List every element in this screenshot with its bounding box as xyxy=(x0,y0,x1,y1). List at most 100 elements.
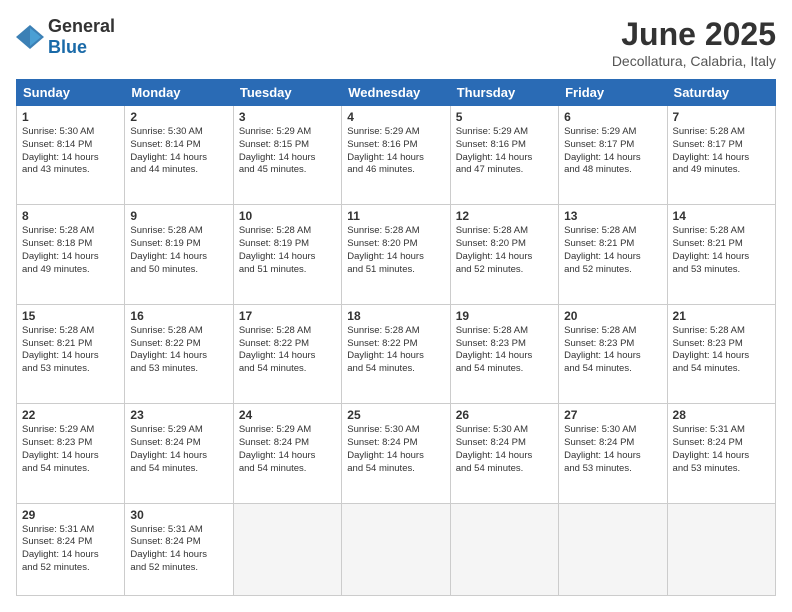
day-number: 25 xyxy=(347,408,444,422)
day-number: 26 xyxy=(456,408,553,422)
calendar-cell: 11Sunrise: 5:28 AMSunset: 8:20 PMDayligh… xyxy=(342,205,450,304)
month-title: June 2025 xyxy=(612,16,776,53)
day-number: 30 xyxy=(130,508,227,522)
calendar-cell: 29 Sunrise: 5:31 AMSunset: 8:24 PMDayligh… xyxy=(17,503,125,595)
calendar-cell: 22 Sunrise: 5:29 AMSunset: 8:23 PMDayligh… xyxy=(17,404,125,503)
calendar-cell: 5 Sunrise: 5:29 AMSunset: 8:16 PMDaylight… xyxy=(450,106,558,205)
subtitle: Decollatura, Calabria, Italy xyxy=(612,53,776,69)
calendar-cell xyxy=(342,503,450,595)
col-thursday: Thursday xyxy=(450,80,558,106)
calendar-cell: 17Sunrise: 5:28 AMSunset: 8:22 PMDayligh… xyxy=(233,304,341,403)
day-info: Sunrise: 5:29 AMSunset: 8:23 PMDaylight:… xyxy=(22,424,119,475)
day-number: 22 xyxy=(22,408,119,422)
day-info: Sunrise: 5:31 AMSunset: 8:24 PMDaylight:… xyxy=(22,524,119,575)
calendar-cell: 13 Sunrise: 5:28 AMSunset: 8:21 PMDayligh… xyxy=(559,205,667,304)
calendar-cell: 9 Sunrise: 5:28 AMSunset: 8:19 PMDaylight… xyxy=(125,205,233,304)
day-number: 5 xyxy=(456,110,553,124)
calendar-cell: 16 Sunrise: 5:28 AMSunset: 8:22 PMDayligh… xyxy=(125,304,233,403)
col-sunday: Sunday xyxy=(17,80,125,106)
calendar: Sunday Monday Tuesday Wednesday Thursday… xyxy=(16,79,776,596)
week-row-1: 1 Sunrise: 5:30 AMSunset: 8:14 PMDaylight… xyxy=(17,106,776,205)
calendar-cell: 23 Sunrise: 5:29 AMSunset: 8:24 PMDayligh… xyxy=(125,404,233,503)
calendar-cell: 30 Sunrise: 5:31 AMSunset: 8:24 PMDayligh… xyxy=(125,503,233,595)
page: General Blue June 2025 Decollatura, Cala… xyxy=(0,0,792,612)
calendar-cell: 3Sunrise: 5:29 AMSunset: 8:15 PMDaylight… xyxy=(233,106,341,205)
day-number: 21 xyxy=(673,309,770,323)
week-row-3: 15 Sunrise: 5:28 AMSunset: 8:21 PMDayligh… xyxy=(17,304,776,403)
day-number: 8 xyxy=(22,209,119,223)
day-number: 23 xyxy=(130,408,227,422)
calendar-cell: 10 Sunrise: 5:28 AMSunset: 8:19 PMDayligh… xyxy=(233,205,341,304)
day-info: Sunrise: 5:28 AMSunset: 8:21 PMDaylight:… xyxy=(22,325,119,376)
calendar-header-row: Sunday Monday Tuesday Wednesday Thursday… xyxy=(17,80,776,106)
day-number: 10 xyxy=(239,209,336,223)
day-number: 18 xyxy=(347,309,444,323)
calendar-cell: 2 Sunrise: 5:30 AMSunset: 8:14 PMDaylight… xyxy=(125,106,233,205)
day-info: Sunrise: 5:28 AMSunset: 8:17 PMDaylight:… xyxy=(673,126,770,177)
day-info: Sunrise: 5:29 AMSunset: 8:16 PMDaylight:… xyxy=(456,126,553,177)
day-info: Sunrise: 5:28 AMSunset: 8:19 PMDaylight:… xyxy=(239,225,336,276)
day-number: 9 xyxy=(130,209,227,223)
col-wednesday: Wednesday xyxy=(342,80,450,106)
day-info: Sunrise: 5:30 AMSunset: 8:14 PMDaylight:… xyxy=(22,126,119,177)
col-monday: Monday xyxy=(125,80,233,106)
col-friday: Friday xyxy=(559,80,667,106)
logo-general: General xyxy=(48,16,115,36)
logo-text: General Blue xyxy=(48,16,115,58)
day-info: Sunrise: 5:30 AMSunset: 8:24 PMDaylight:… xyxy=(347,424,444,475)
col-tuesday: Tuesday xyxy=(233,80,341,106)
day-number: 1 xyxy=(22,110,119,124)
calendar-cell: 14Sunrise: 5:28 AMSunset: 8:21 PMDayligh… xyxy=(667,205,775,304)
day-info: Sunrise: 5:28 AMSunset: 8:18 PMDaylight:… xyxy=(22,225,119,276)
day-info: Sunrise: 5:29 AMSunset: 8:17 PMDaylight:… xyxy=(564,126,661,177)
day-number: 15 xyxy=(22,309,119,323)
day-info: Sunrise: 5:30 AMSunset: 8:24 PMDaylight:… xyxy=(564,424,661,475)
day-number: 13 xyxy=(564,209,661,223)
calendar-cell: 7 Sunrise: 5:28 AMSunset: 8:17 PMDaylight… xyxy=(667,106,775,205)
day-info: Sunrise: 5:28 AMSunset: 8:22 PMDaylight:… xyxy=(347,325,444,376)
day-info: Sunrise: 5:28 AMSunset: 8:23 PMDaylight:… xyxy=(456,325,553,376)
calendar-cell: 20 Sunrise: 5:28 AMSunset: 8:23 PMDayligh… xyxy=(559,304,667,403)
day-number: 24 xyxy=(239,408,336,422)
day-info: Sunrise: 5:29 AMSunset: 8:24 PMDaylight:… xyxy=(239,424,336,475)
day-number: 2 xyxy=(130,110,227,124)
week-row-4: 22 Sunrise: 5:29 AMSunset: 8:23 PMDayligh… xyxy=(17,404,776,503)
calendar-cell xyxy=(450,503,558,595)
day-info: Sunrise: 5:28 AMSunset: 8:22 PMDaylight:… xyxy=(239,325,336,376)
day-info: Sunrise: 5:31 AMSunset: 8:24 PMDaylight:… xyxy=(130,524,227,575)
day-info: Sunrise: 5:28 AMSunset: 8:23 PMDaylight:… xyxy=(673,325,770,376)
day-info: Sunrise: 5:28 AMSunset: 8:20 PMDaylight:… xyxy=(347,225,444,276)
calendar-cell: 28Sunrise: 5:31 AMSunset: 8:24 PMDayligh… xyxy=(667,404,775,503)
calendar-cell: 25 Sunrise: 5:30 AMSunset: 8:24 PMDayligh… xyxy=(342,404,450,503)
calendar-cell: 1 Sunrise: 5:30 AMSunset: 8:14 PMDaylight… xyxy=(17,106,125,205)
calendar-cell: 15 Sunrise: 5:28 AMSunset: 8:21 PMDayligh… xyxy=(17,304,125,403)
day-number: 19 xyxy=(456,309,553,323)
col-saturday: Saturday xyxy=(667,80,775,106)
calendar-cell: 26 Sunrise: 5:30 AMSunset: 8:24 PMDayligh… xyxy=(450,404,558,503)
logo-blue: Blue xyxy=(48,37,87,57)
calendar-cell: 12Sunrise: 5:28 AMSunset: 8:20 PMDayligh… xyxy=(450,205,558,304)
day-info: Sunrise: 5:28 AMSunset: 8:19 PMDaylight:… xyxy=(130,225,227,276)
day-number: 20 xyxy=(564,309,661,323)
day-info: Sunrise: 5:29 AMSunset: 8:24 PMDaylight:… xyxy=(130,424,227,475)
day-number: 29 xyxy=(22,508,119,522)
calendar-cell: 18 Sunrise: 5:28 AMSunset: 8:22 PMDayligh… xyxy=(342,304,450,403)
calendar-cell: 21 Sunrise: 5:28 AMSunset: 8:23 PMDayligh… xyxy=(667,304,775,403)
calendar-cell xyxy=(667,503,775,595)
day-info: Sunrise: 5:29 AMSunset: 8:15 PMDaylight:… xyxy=(239,126,336,177)
day-info: Sunrise: 5:30 AMSunset: 8:14 PMDaylight:… xyxy=(130,126,227,177)
calendar-cell: 27 Sunrise: 5:30 AMSunset: 8:24 PMDayligh… xyxy=(559,404,667,503)
header: General Blue June 2025 Decollatura, Cala… xyxy=(16,16,776,69)
day-number: 16 xyxy=(130,309,227,323)
calendar-cell xyxy=(559,503,667,595)
day-number: 6 xyxy=(564,110,661,124)
day-info: Sunrise: 5:28 AMSunset: 8:23 PMDaylight:… xyxy=(564,325,661,376)
calendar-cell: 24 Sunrise: 5:29 AMSunset: 8:24 PMDayligh… xyxy=(233,404,341,503)
day-info: Sunrise: 5:28 AMSunset: 8:21 PMDaylight:… xyxy=(673,225,770,276)
day-info: Sunrise: 5:28 AMSunset: 8:21 PMDaylight:… xyxy=(564,225,661,276)
day-number: 27 xyxy=(564,408,661,422)
calendar-cell: 6 Sunrise: 5:29 AMSunset: 8:17 PMDaylight… xyxy=(559,106,667,205)
day-info: Sunrise: 5:30 AMSunset: 8:24 PMDaylight:… xyxy=(456,424,553,475)
day-number: 7 xyxy=(673,110,770,124)
day-info: Sunrise: 5:28 AMSunset: 8:22 PMDaylight:… xyxy=(130,325,227,376)
